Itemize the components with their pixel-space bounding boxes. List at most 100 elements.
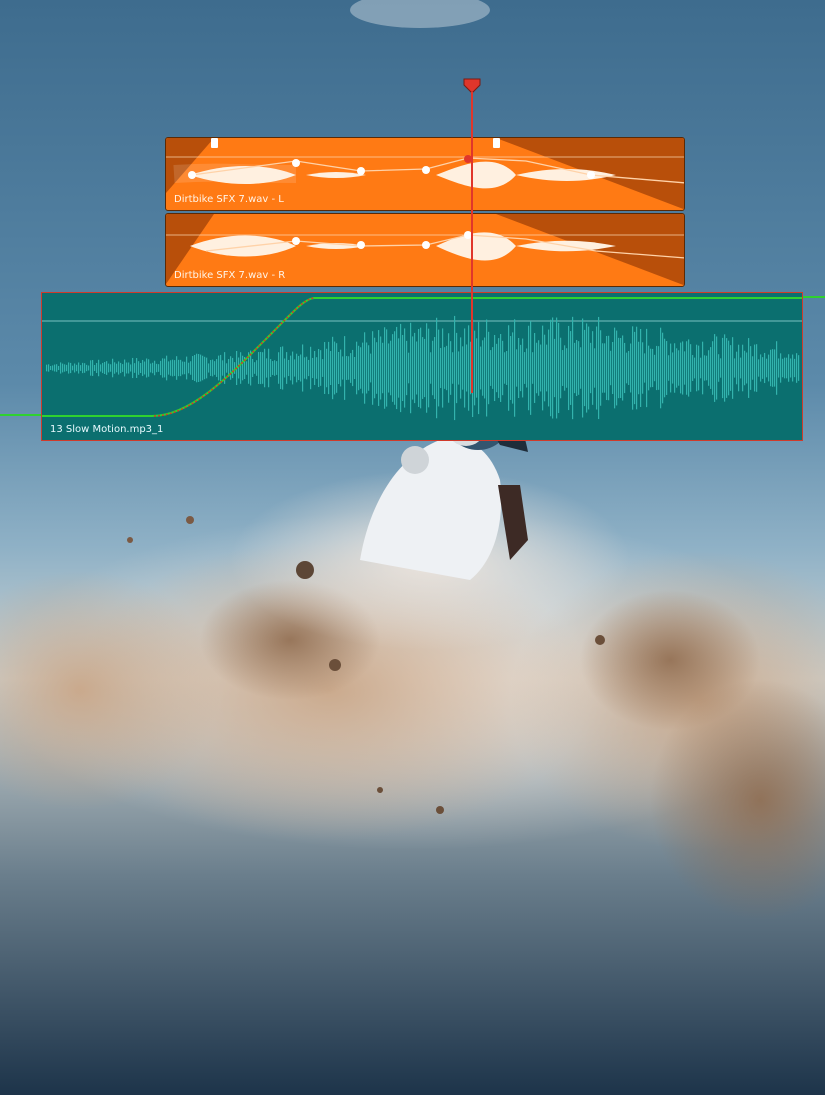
waveform-bar	[172, 359, 174, 377]
waveform-bar	[552, 317, 554, 419]
waveform-bar	[58, 365, 60, 371]
waveform-bar	[148, 359, 150, 377]
waveform-bar	[518, 337, 520, 399]
waveform-bar	[340, 349, 342, 387]
waveform-bar	[194, 354, 196, 382]
waveform-bar	[776, 341, 778, 395]
waveform-bar	[572, 316, 574, 420]
waveform-bar	[792, 354, 794, 382]
waveform-bar	[576, 339, 578, 397]
waveform-bar	[178, 359, 180, 377]
waveform-bar	[176, 356, 178, 380]
waveform-bar	[188, 362, 190, 374]
waveform-bar	[688, 339, 690, 397]
waveform-bar	[64, 364, 66, 372]
waveform-bar	[590, 342, 592, 394]
waveform-bar	[502, 340, 504, 396]
waveform-bar	[80, 365, 82, 371]
waveform-bar	[678, 350, 680, 386]
waveform-bar	[658, 346, 660, 390]
waveform-bar	[534, 333, 536, 403]
waveform-bar	[488, 331, 490, 405]
waveform-bar	[770, 349, 772, 387]
waveform-bar	[434, 337, 436, 399]
waveform-bar	[230, 356, 232, 380]
waveform-bar	[446, 345, 448, 391]
waveform-bar	[694, 357, 696, 379]
waveform-bar	[728, 340, 730, 396]
waveform-bar	[498, 338, 500, 398]
waveform-bar	[704, 355, 706, 381]
waveform-bar	[96, 362, 98, 374]
waveform-bar	[232, 357, 234, 379]
waveform-bar	[510, 336, 512, 400]
waveform-bar	[622, 335, 624, 401]
waveform-bar	[308, 359, 310, 377]
waveform-bar	[134, 363, 136, 373]
waveform-bar	[186, 356, 188, 380]
waveform-bar	[180, 359, 182, 377]
waveform-bar	[718, 354, 720, 382]
waveform-bar	[72, 365, 74, 371]
waveform-bar	[530, 321, 532, 415]
waveform-bar	[618, 337, 620, 399]
waveform-bar	[778, 358, 780, 378]
waveform-bar	[560, 337, 562, 399]
playhead-marker-icon	[463, 78, 481, 94]
waveform-bar	[726, 338, 728, 398]
waveform-bar	[566, 348, 568, 388]
waveform-bar	[456, 332, 458, 404]
waveform-bar	[312, 357, 314, 379]
waveform-bar	[184, 361, 186, 375]
keyframe-icon	[188, 171, 196, 179]
waveform-bar	[414, 332, 416, 404]
waveform-bar	[402, 334, 404, 402]
waveform-bar	[346, 356, 348, 380]
waveform-bar	[338, 351, 340, 385]
waveform-bar	[764, 352, 766, 384]
waveform-bar	[390, 340, 392, 396]
waveform-bar	[788, 354, 790, 382]
waveform-bar	[542, 325, 544, 411]
waveform-bar	[746, 352, 748, 384]
waveform-bar	[158, 364, 160, 372]
waveform-bar	[316, 357, 318, 379]
waveform-bar	[254, 362, 256, 374]
waveform-bar	[274, 360, 276, 376]
audio-clip-music[interactable]: 13 Slow Motion.mp3_1	[41, 292, 803, 441]
waveform-bar	[598, 316, 600, 420]
waveform-bar	[396, 326, 398, 410]
waveform-bar	[112, 358, 114, 378]
waveform-bar	[756, 344, 758, 392]
waveform-bar	[306, 356, 308, 380]
waveform-bar	[392, 334, 394, 402]
waveform-bar	[612, 341, 614, 395]
waveform-bar	[310, 346, 312, 390]
waveform-bar	[608, 335, 610, 401]
waveform-bar	[556, 317, 558, 419]
waveform-bar	[600, 330, 602, 406]
waveform-bar	[380, 336, 382, 400]
waveform-bar	[644, 353, 646, 383]
waveform-bar	[260, 351, 262, 385]
playhead[interactable]	[463, 78, 481, 393]
waveform-bar	[360, 347, 362, 389]
waveform-bar	[84, 363, 86, 373]
audio-clip-sfx-left[interactable]: Dirtbike SFX 7.wav - L	[165, 137, 685, 211]
waveform-bar	[314, 351, 316, 385]
waveform-bar	[794, 358, 796, 378]
waveform-bar	[218, 355, 220, 381]
waveform-bar	[738, 344, 740, 392]
waveform-bar	[210, 360, 212, 376]
waveform-bar	[68, 362, 70, 374]
waveform-bar	[88, 365, 90, 371]
waveform-bar	[626, 352, 628, 384]
waveform-bar	[342, 356, 344, 380]
waveform-bar	[634, 331, 636, 405]
audio-clip-sfx-right[interactable]: Dirtbike SFX 7.wav - R	[165, 213, 685, 287]
waveform-bar	[790, 358, 792, 378]
waveform-bar	[164, 358, 166, 378]
waveform-bar	[724, 334, 726, 402]
waveform-bar	[496, 343, 498, 393]
waveform-bar	[104, 361, 106, 375]
